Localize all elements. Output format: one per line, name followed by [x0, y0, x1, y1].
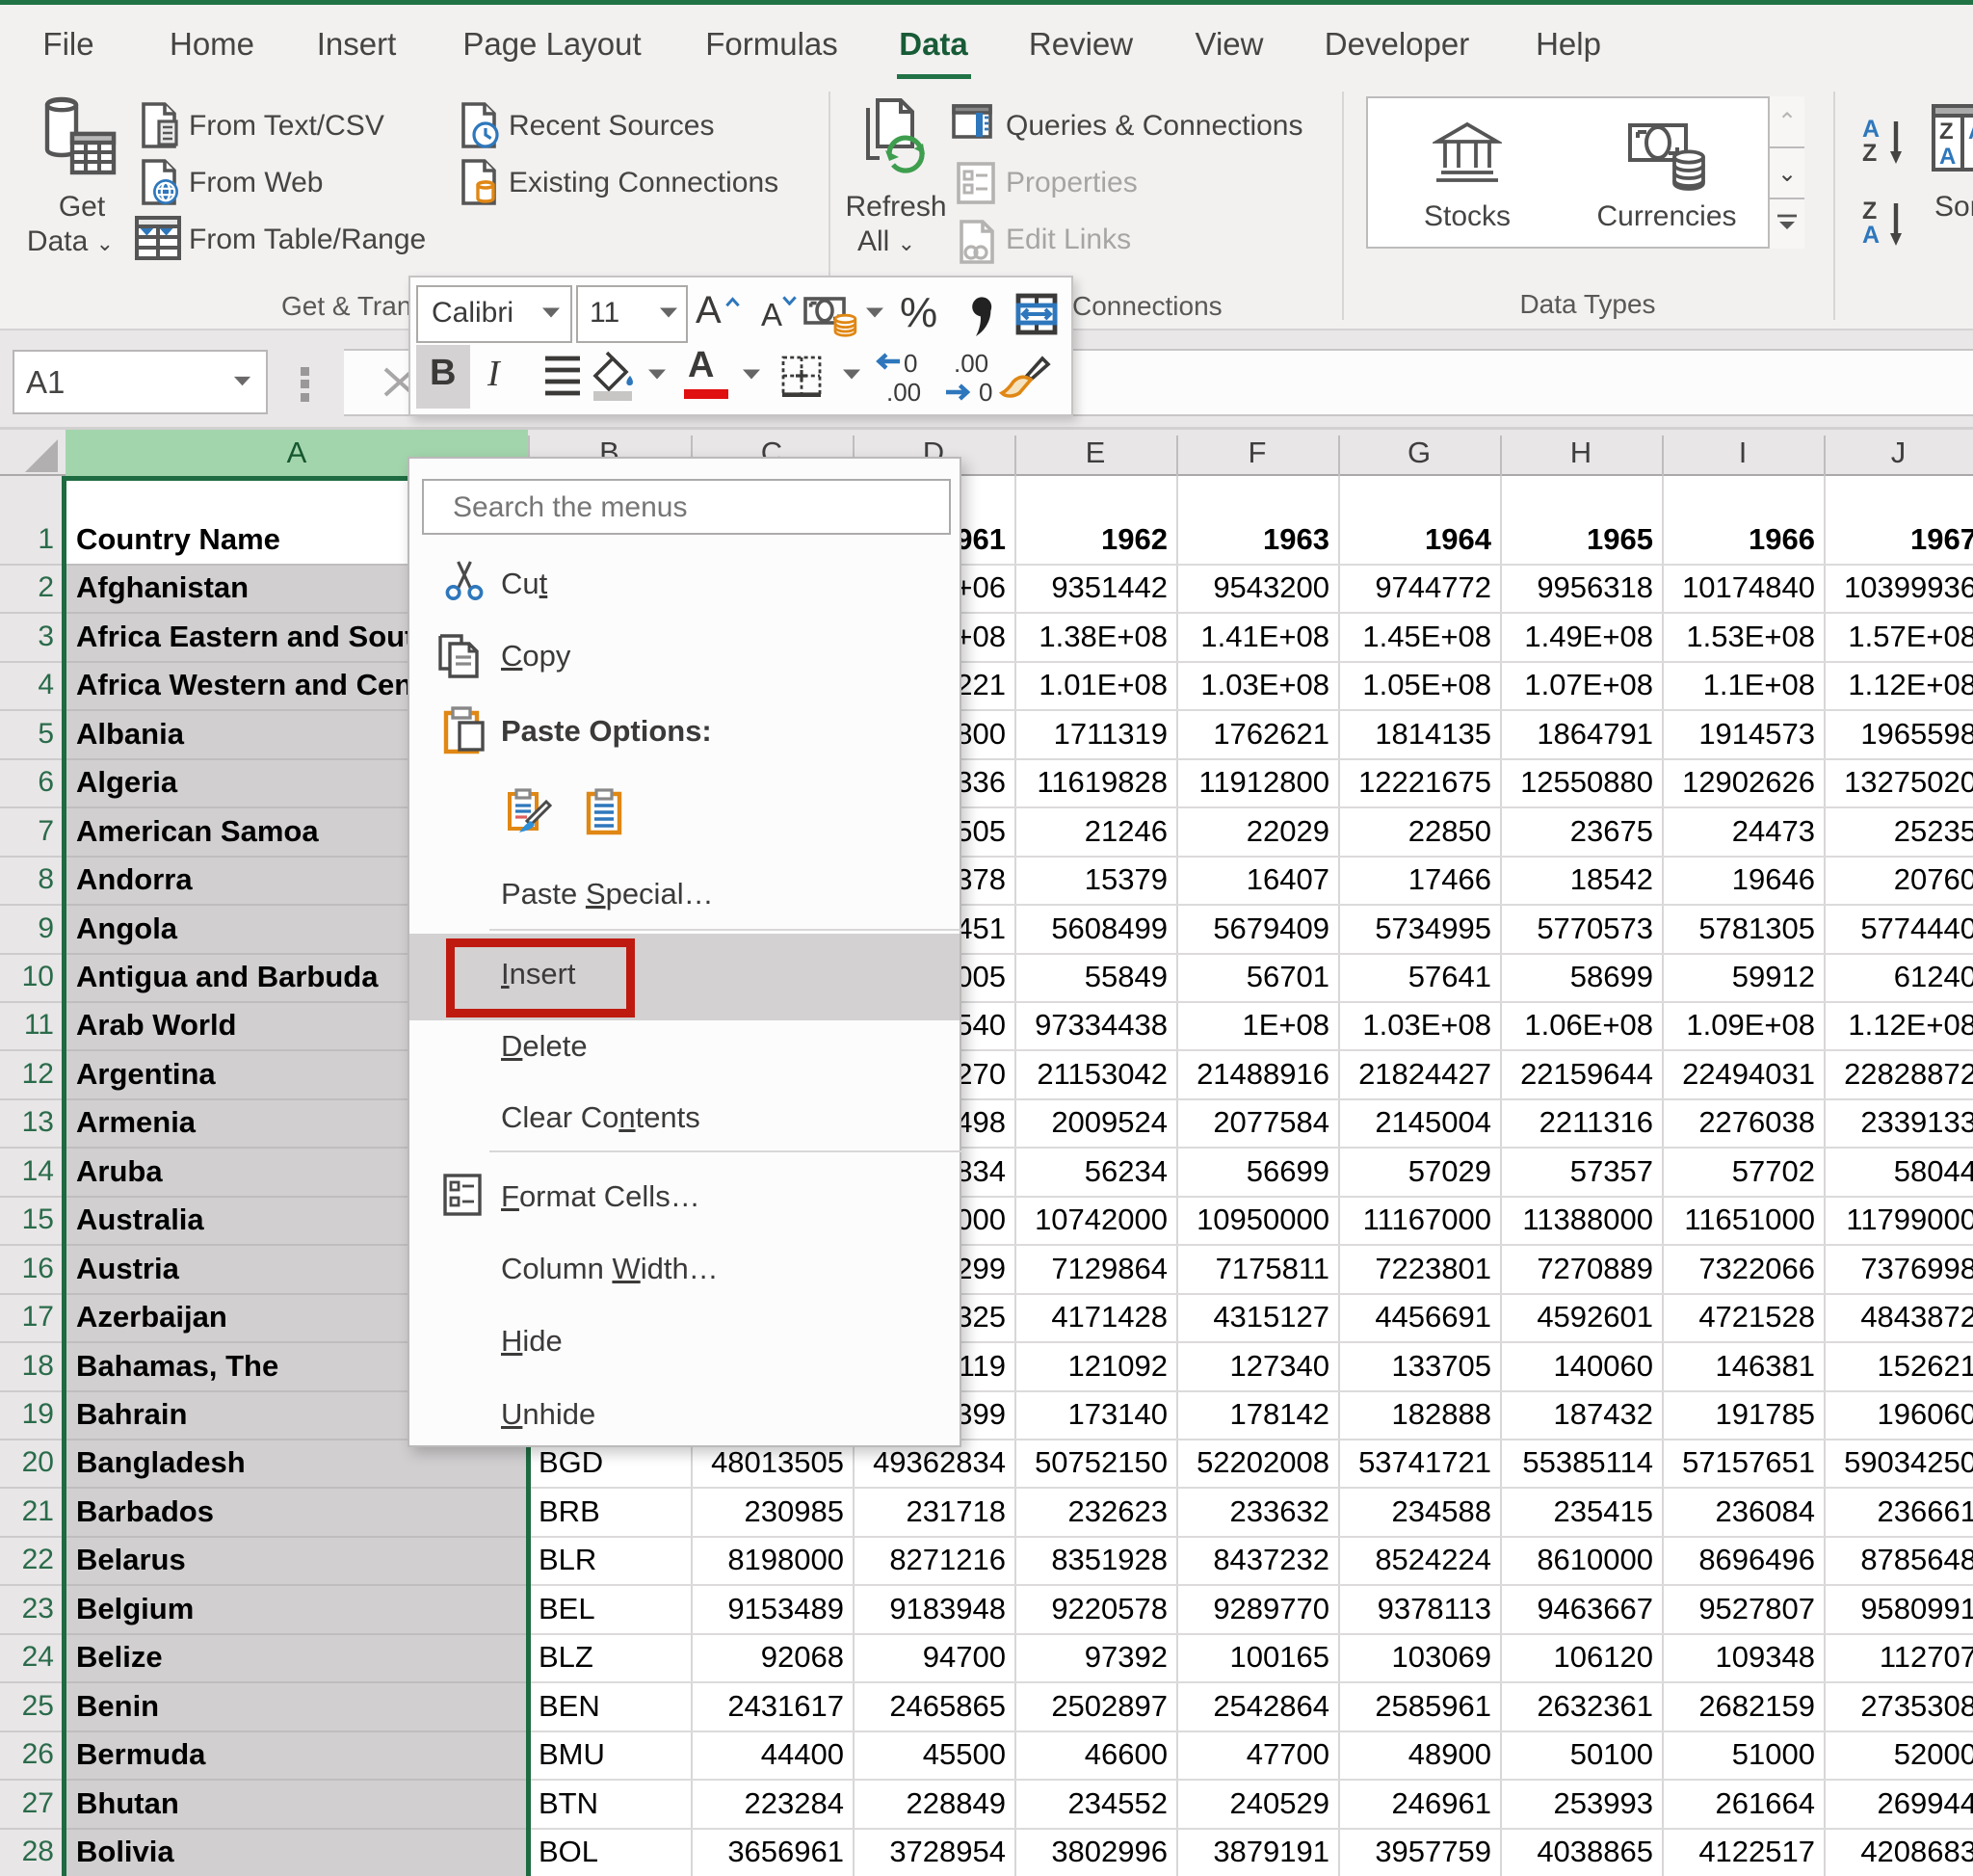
svg-text:Z: Z — [1939, 119, 1954, 145]
svg-text:.00: .00 — [886, 378, 921, 405]
svg-text:A: A — [1968, 119, 1973, 145]
svg-text:0: 0 — [979, 378, 992, 405]
svg-text:A: A — [1939, 144, 1956, 170]
svg-text:.00: .00 — [954, 351, 988, 378]
svg-text:0: 0 — [904, 351, 917, 378]
